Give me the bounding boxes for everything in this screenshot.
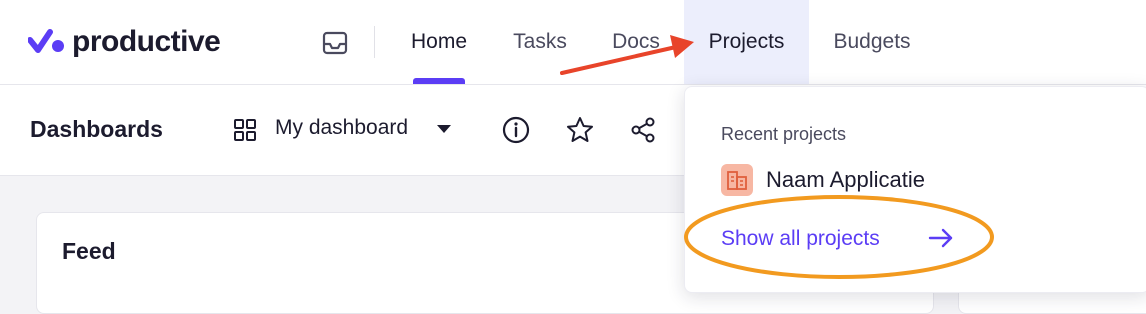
grid-icon[interactable]: [233, 118, 257, 142]
show-all-projects-link[interactable]: Show all projects: [721, 227, 880, 251]
building-icon: [721, 164, 753, 196]
recent-project-item[interactable]: Naam Applicatie: [766, 167, 925, 193]
page-title: Dashboards: [30, 116, 163, 142]
nav-active-indicator: [413, 78, 465, 84]
nav-divider: [374, 26, 375, 58]
logo[interactable]: productive: [28, 24, 221, 60]
nav-tasks[interactable]: Tasks: [498, 0, 582, 84]
nav-projects[interactable]: Projects: [684, 0, 809, 84]
nav-docs[interactable]: Docs: [600, 0, 672, 84]
star-icon[interactable]: [565, 115, 595, 145]
info-icon[interactable]: [501, 115, 531, 145]
inbox-icon[interactable]: [321, 29, 349, 57]
logo-text: productive: [72, 25, 221, 58]
feed-title: Feed: [62, 238, 116, 264]
recent-projects-header: Recent projects: [721, 124, 847, 144]
nav-budgets[interactable]: Budgets: [820, 0, 924, 84]
nav-home[interactable]: Home: [400, 0, 478, 84]
top-navigation-bar: productive Home Tasks Docs Projects Budg…: [0, 0, 1146, 85]
dashboard-select[interactable]: My dashboard: [275, 116, 408, 140]
logo-icon: [28, 29, 64, 53]
share-icon[interactable]: [628, 115, 658, 145]
arrow-right-icon[interactable]: [927, 226, 955, 250]
caret-down-icon[interactable]: [437, 125, 451, 133]
